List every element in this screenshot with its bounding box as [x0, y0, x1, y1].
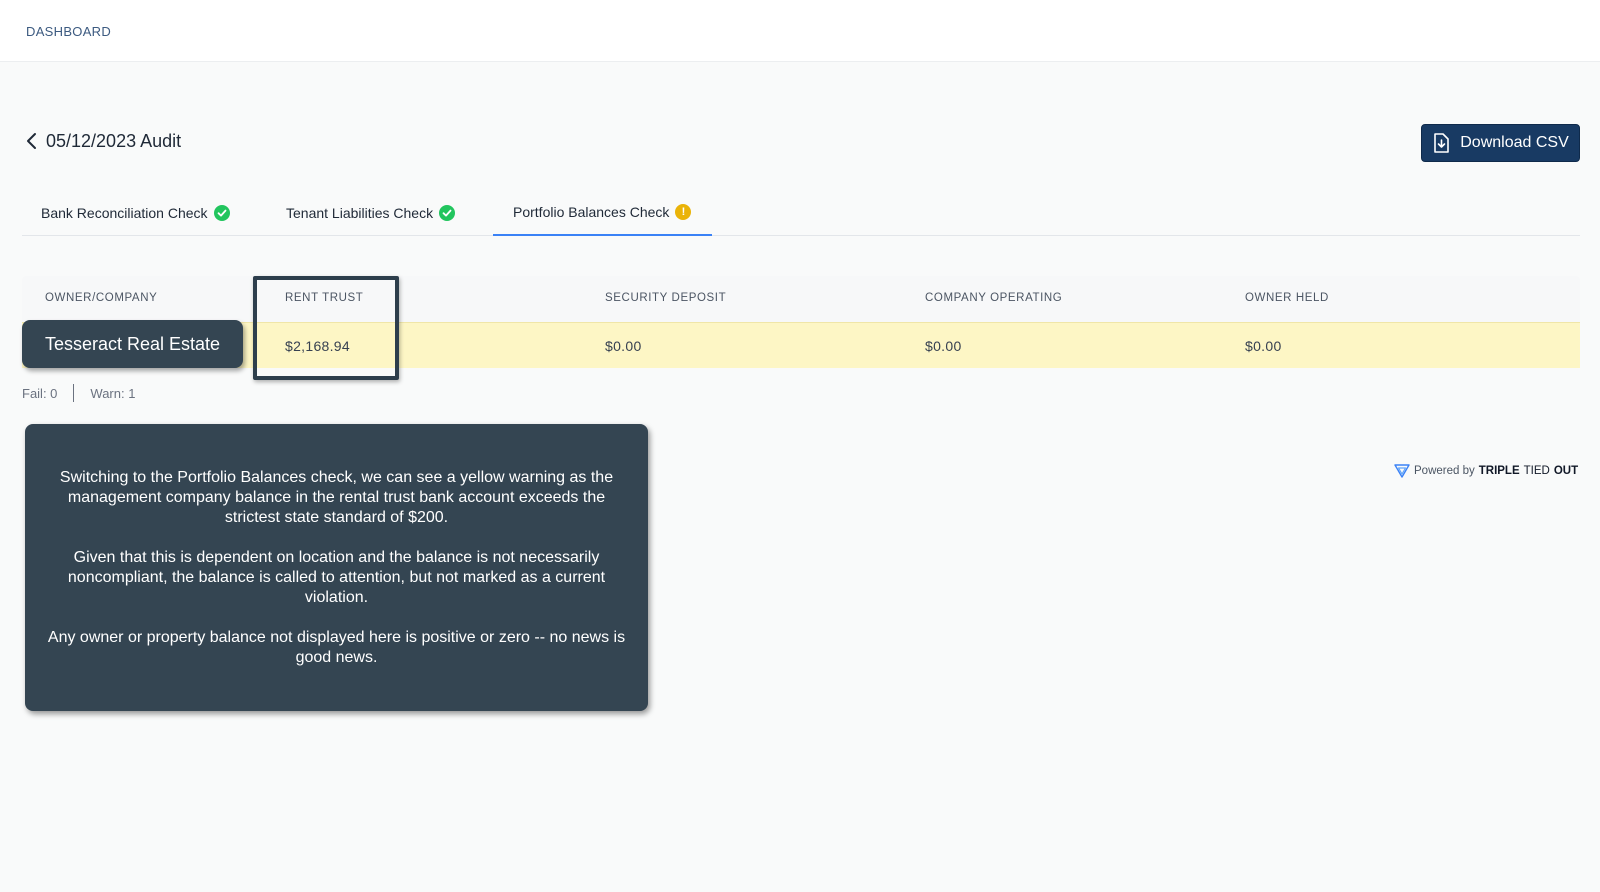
top-bar: DASHBOARD	[0, 0, 1600, 62]
tab-label: Tenant Liabilities Check	[286, 205, 434, 221]
file-download-icon	[1434, 133, 1450, 153]
chevron-left-icon	[27, 133, 36, 149]
brand-tied: TIED	[1523, 465, 1550, 477]
check-circle-icon	[213, 205, 230, 221]
portfolio-balances-table: OWNER/COMPANY RENT TRUST SECURITY DEPOSI…	[22, 276, 1580, 368]
breadcrumb-dashboard[interactable]: DASHBOARD	[26, 24, 111, 39]
warn-count: Warn: 1	[90, 385, 136, 401]
fail-count: Fail: 0	[22, 385, 58, 401]
result-counts: Fail: 0 Warn: 1	[22, 384, 135, 402]
download-csv-label: Download CSV	[1460, 134, 1569, 151]
brand-out: OUT	[1553, 465, 1579, 477]
warning-circle-icon: !	[675, 204, 692, 220]
triple-tied-out-logo-icon	[1394, 464, 1410, 478]
tooltip-paragraph: Any owner or property balance not displa…	[47, 629, 626, 666]
cell-company-operating: $0.00	[925, 338, 962, 354]
table-row[interactable]: $2,168.94 $0.00 $0.00 $0.00	[22, 322, 1580, 368]
column-header-owner-held: OWNER HELD	[1245, 292, 1329, 304]
cell-owner-held: $0.00	[1245, 338, 1282, 354]
owner-name-callout: Tesseract Real Estate	[22, 320, 243, 368]
divider	[73, 384, 75, 402]
tab-label: Bank Reconciliation Check	[41, 205, 208, 221]
tab-bank-reconciliation[interactable]: Bank Reconciliation Check	[41, 190, 230, 236]
cell-security-deposit: $0.00	[605, 338, 642, 354]
column-header-owner: OWNER/COMPANY	[45, 292, 158, 304]
check-tabs: Bank Reconciliation Check Tenant Liabili…	[22, 190, 1580, 236]
page-title: 05/12/2023 Audit	[46, 130, 182, 151]
cell-rent-trust: $2,168.94	[285, 338, 350, 354]
column-header-security-deposit: SECURITY DEPOSIT	[605, 292, 727, 304]
tooltip-paragraph: Switching to the Portfolio Balances chec…	[59, 469, 614, 526]
back-link[interactable]: 05/12/2023 Audit	[24, 128, 181, 154]
walkthrough-tooltip: Switching to the Portfolio Balances chec…	[25, 424, 648, 711]
column-header-company-operating: COMPANY OPERATING	[925, 292, 1063, 304]
tab-tenant-liabilities[interactable]: Tenant Liabilities Check	[286, 190, 456, 236]
powered-by-badge: Powered by TRIPLE TIED OUT	[1394, 463, 1578, 479]
column-header-rent-trust: RENT TRUST	[285, 292, 364, 304]
powered-by-text: Powered by	[1414, 465, 1475, 477]
tab-portfolio-balances[interactable]: Portfolio Balances Check !	[493, 190, 712, 236]
check-circle-icon	[439, 205, 456, 221]
brand-triple: TRIPLE	[1478, 465, 1520, 477]
tab-label: Portfolio Balances Check	[513, 204, 670, 220]
tooltip-paragraph: Given that this is dependent on location…	[67, 549, 606, 606]
download-csv-button[interactable]: Download CSV	[1421, 124, 1580, 162]
